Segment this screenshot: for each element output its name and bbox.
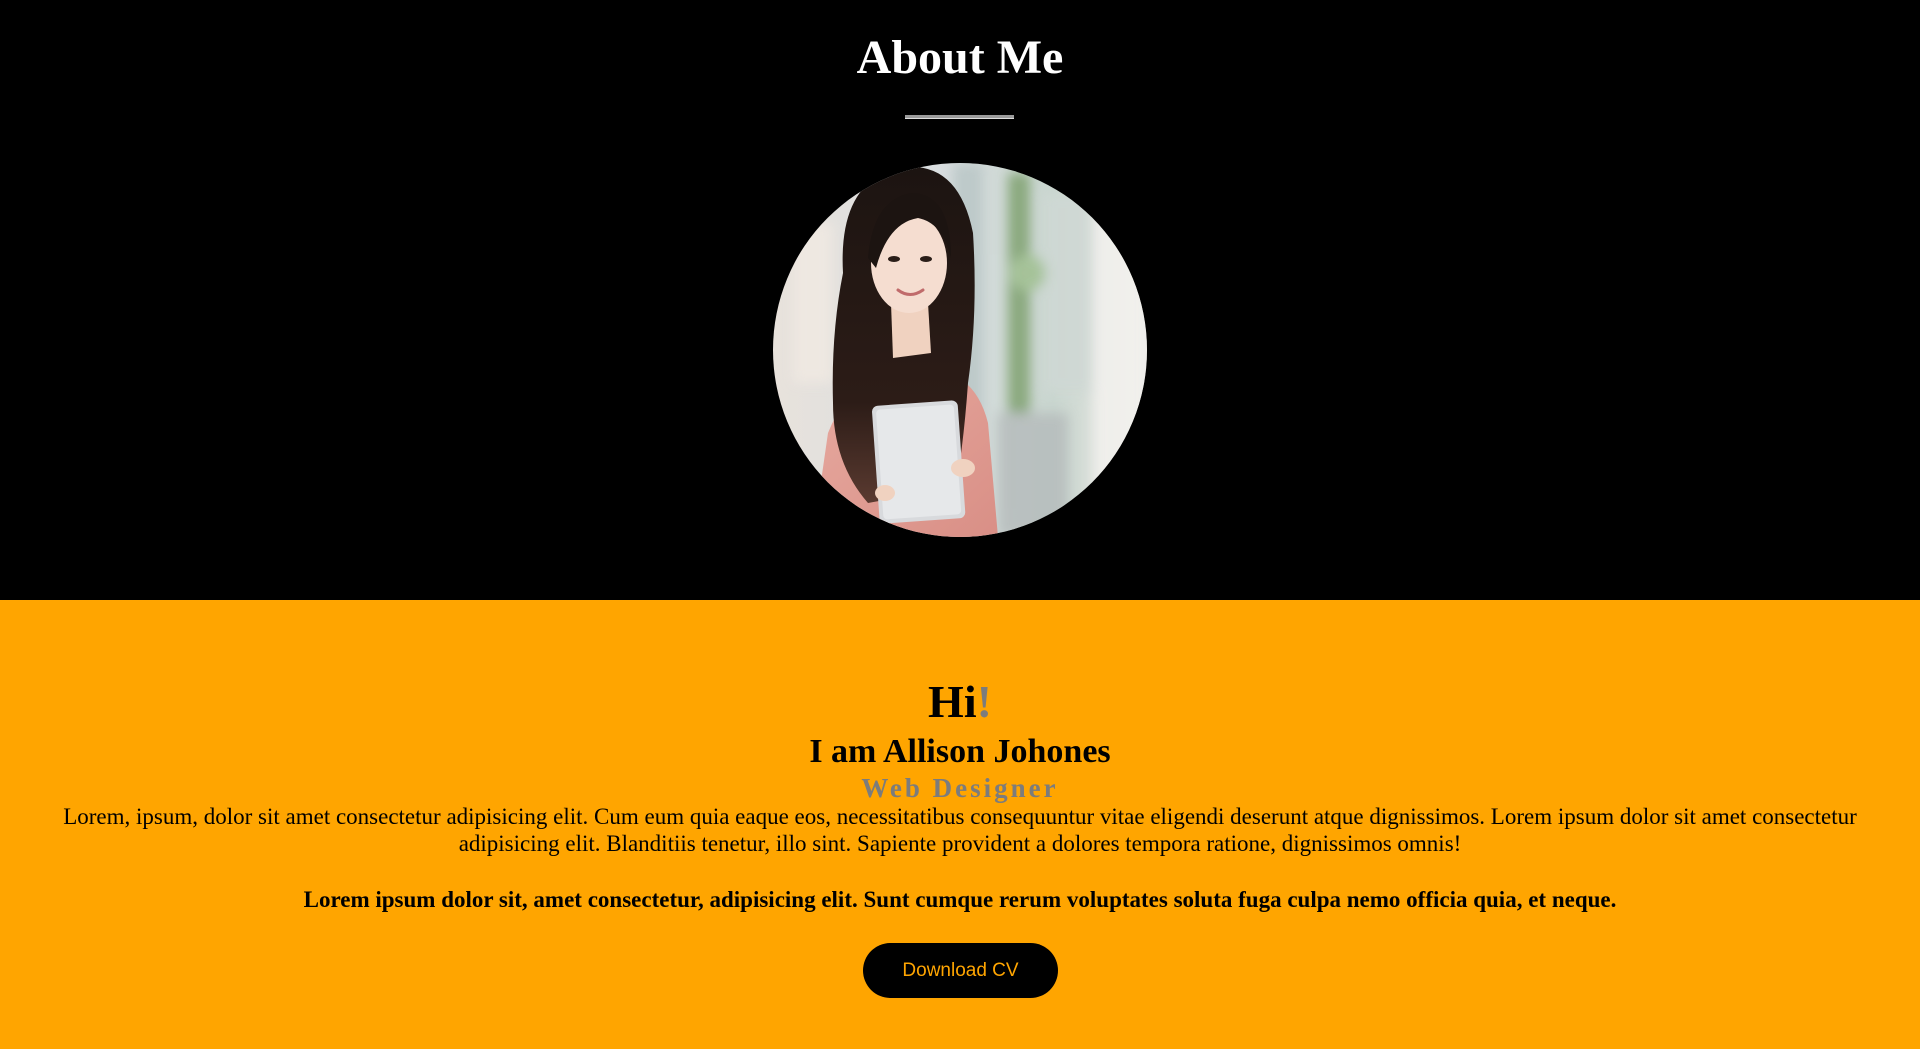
profile-role: Web Designer (861, 773, 1059, 803)
download-cv-button[interactable]: Download CV (863, 943, 1058, 998)
profile-description: Lorem, ipsum, dolor sit amet consectetur… (63, 804, 1857, 856)
greeting-accent: ! (976, 676, 992, 727)
page-title: About Me (856, 31, 1064, 84)
about-header-section: About Me (0, 0, 1920, 600)
profile-photo (773, 163, 1147, 537)
profile-tagline: Lorem ipsum dolor sit, amet consectetur,… (303, 887, 1617, 912)
about-content-section: Hi! I am Allison Johones Web Designer Lo… (0, 600, 1920, 1049)
profile-name: I am Allison Johones (809, 733, 1111, 770)
title-underline (905, 115, 1014, 119)
greeting-heading: Hi! (0, 674, 1920, 730)
about-page: About Me Hi! I am Allison Johones Web De… (0, 0, 1920, 1050)
greeting-text: Hi (928, 676, 977, 727)
